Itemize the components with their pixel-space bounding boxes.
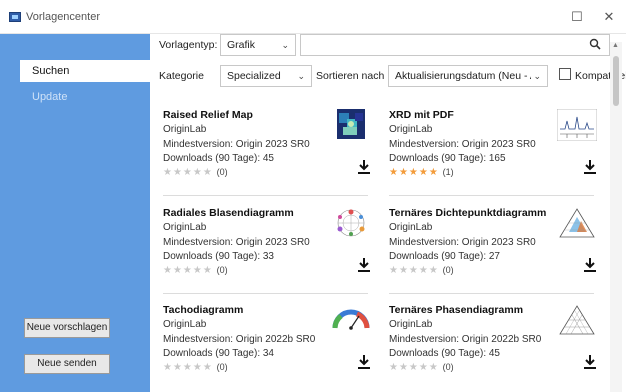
ternary-phase-thumbnail [559, 305, 595, 335]
template-card[interactable]: Ternäres Dichtepunktdiagramm OriginLab M… [389, 207, 604, 299]
card-publisher: OriginLab [389, 124, 433, 135]
sidebar-tab-search[interactable]: Suchen [20, 60, 150, 82]
template-type-value: Grafik [227, 39, 256, 51]
template-card[interactable]: XRD mit PDF OriginLab Mindestversion: Or… [389, 109, 604, 201]
sort-label: Sortieren nach [316, 70, 385, 82]
card-downloads: Downloads (90 Tage): 165 [389, 153, 506, 164]
chevron-down-icon: ⌄ [531, 66, 541, 86]
chevron-down-icon: ⌄ [297, 71, 305, 81]
submit-new-button[interactable]: Neue senden [24, 354, 110, 374]
card-divider [389, 293, 594, 294]
compatible-checkbox[interactable] [559, 68, 571, 80]
rating-stars: ★★★★★ (0) [163, 265, 228, 276]
card-title: Ternäres Dichtepunktdiagramm [389, 207, 547, 219]
card-downloads: Downloads (90 Tage): 33 [163, 251, 274, 262]
download-icon[interactable] [583, 159, 597, 175]
download-icon[interactable] [583, 257, 597, 273]
template-card[interactable]: Radiales Blasendiagramm OriginLab Mindes… [163, 207, 378, 299]
card-title: Raised Relief Map [163, 109, 253, 121]
card-downloads: Downloads (90 Tage): 34 [163, 348, 274, 359]
card-title: Radiales Blasendiagramm [163, 207, 294, 219]
card-publisher: OriginLab [163, 319, 207, 330]
xrd-plot-thumbnail [557, 109, 597, 141]
scroll-up-icon[interactable]: ▲ [612, 42, 619, 49]
template-type-select[interactable]: Grafik ⌄ [220, 34, 296, 56]
search-input[interactable] [300, 34, 610, 56]
category-select[interactable]: Specialized ⌄ [220, 65, 312, 87]
download-icon[interactable] [357, 257, 371, 273]
card-divider [163, 195, 368, 196]
rating-stars: ★★★★★ (0) [389, 362, 454, 373]
download-icon[interactable] [583, 354, 597, 370]
download-icon[interactable] [357, 354, 371, 370]
suggest-new-button[interactable]: Neue vorschlagen [24, 318, 110, 338]
rating-stars: ★★★★★ (1) [389, 167, 454, 178]
card-publisher: OriginLab [163, 124, 207, 135]
card-divider [163, 293, 368, 294]
search-icon[interactable] [589, 38, 601, 53]
scroll-thumb[interactable] [613, 56, 619, 106]
card-title: Tachodiagramm [163, 304, 244, 316]
card-divider [389, 195, 594, 196]
card-publisher: OriginLab [389, 319, 433, 330]
category-value: Specialized [227, 70, 281, 82]
app-icon [9, 12, 21, 22]
card-publisher: OriginLab [389, 222, 433, 233]
sidebar: Suchen Update Neue vorschlagen Neue send… [0, 34, 150, 392]
template-card[interactable]: Raised Relief Map OriginLab Mindestversi… [163, 109, 378, 201]
template-card[interactable]: Ternäres Phasendiagramm OriginLab Mindes… [389, 304, 604, 392]
rating-stars: ★★★★★ (0) [163, 362, 228, 373]
sidebar-tab-update[interactable]: Update [20, 86, 150, 108]
download-icon[interactable] [357, 159, 371, 175]
rating-stars: ★★★★★ (0) [389, 265, 454, 276]
card-publisher: OriginLab [163, 222, 207, 233]
template-card[interactable]: Tachodiagramm OriginLab Mindestversion: … [163, 304, 378, 392]
rating-stars: ★★★★★ (0) [163, 167, 228, 178]
card-min-version: Mindestversion: Origin 2023 SR0 [163, 139, 310, 150]
chevron-down-icon: ⌄ [281, 40, 289, 50]
card-downloads: Downloads (90 Tage): 27 [389, 251, 500, 262]
gauge-thumbnail [332, 309, 370, 330]
card-title: XRD mit PDF [389, 109, 454, 121]
close-button[interactable]: ✕ [600, 8, 618, 26]
sort-value: Aktualisierungsdatum (Neu - A [395, 70, 537, 82]
sort-select[interactable]: Aktualisierungsdatum (Neu - A ⌄ [388, 65, 548, 87]
card-min-version: Mindestversion: Origin 2023 SR0 [389, 139, 536, 150]
main-panel: Vorlagentyp: Grafik ⌄ Kategorie Speciali… [150, 34, 626, 392]
card-downloads: Downloads (90 Tage): 45 [163, 153, 274, 164]
card-min-version: Mindestversion: Origin 2023 SR0 [389, 237, 536, 248]
radial-bubble-thumbnail [337, 209, 365, 237]
category-label: Kategorie [159, 70, 204, 82]
relief-map-thumbnail [337, 109, 365, 139]
card-min-version: Mindestversion: Origin 2023 SR0 [163, 237, 310, 248]
scrollbar[interactable]: ▲ [610, 42, 622, 392]
window-title: Vorlagencenter [26, 11, 100, 23]
card-min-version: Mindestversion: Origin 2022b SR0 [389, 334, 542, 345]
title-bar: Vorlagencenter ☐ ✕ [0, 0, 626, 34]
card-min-version: Mindestversion: Origin 2022b SR0 [163, 334, 316, 345]
card-downloads: Downloads (90 Tage): 45 [389, 348, 500, 359]
card-title: Ternäres Phasendiagramm [389, 304, 524, 316]
maximize-button[interactable]: ☐ [568, 8, 586, 26]
ternary-density-thumbnail [559, 208, 595, 238]
template-type-label: Vorlagentyp: [159, 39, 218, 51]
